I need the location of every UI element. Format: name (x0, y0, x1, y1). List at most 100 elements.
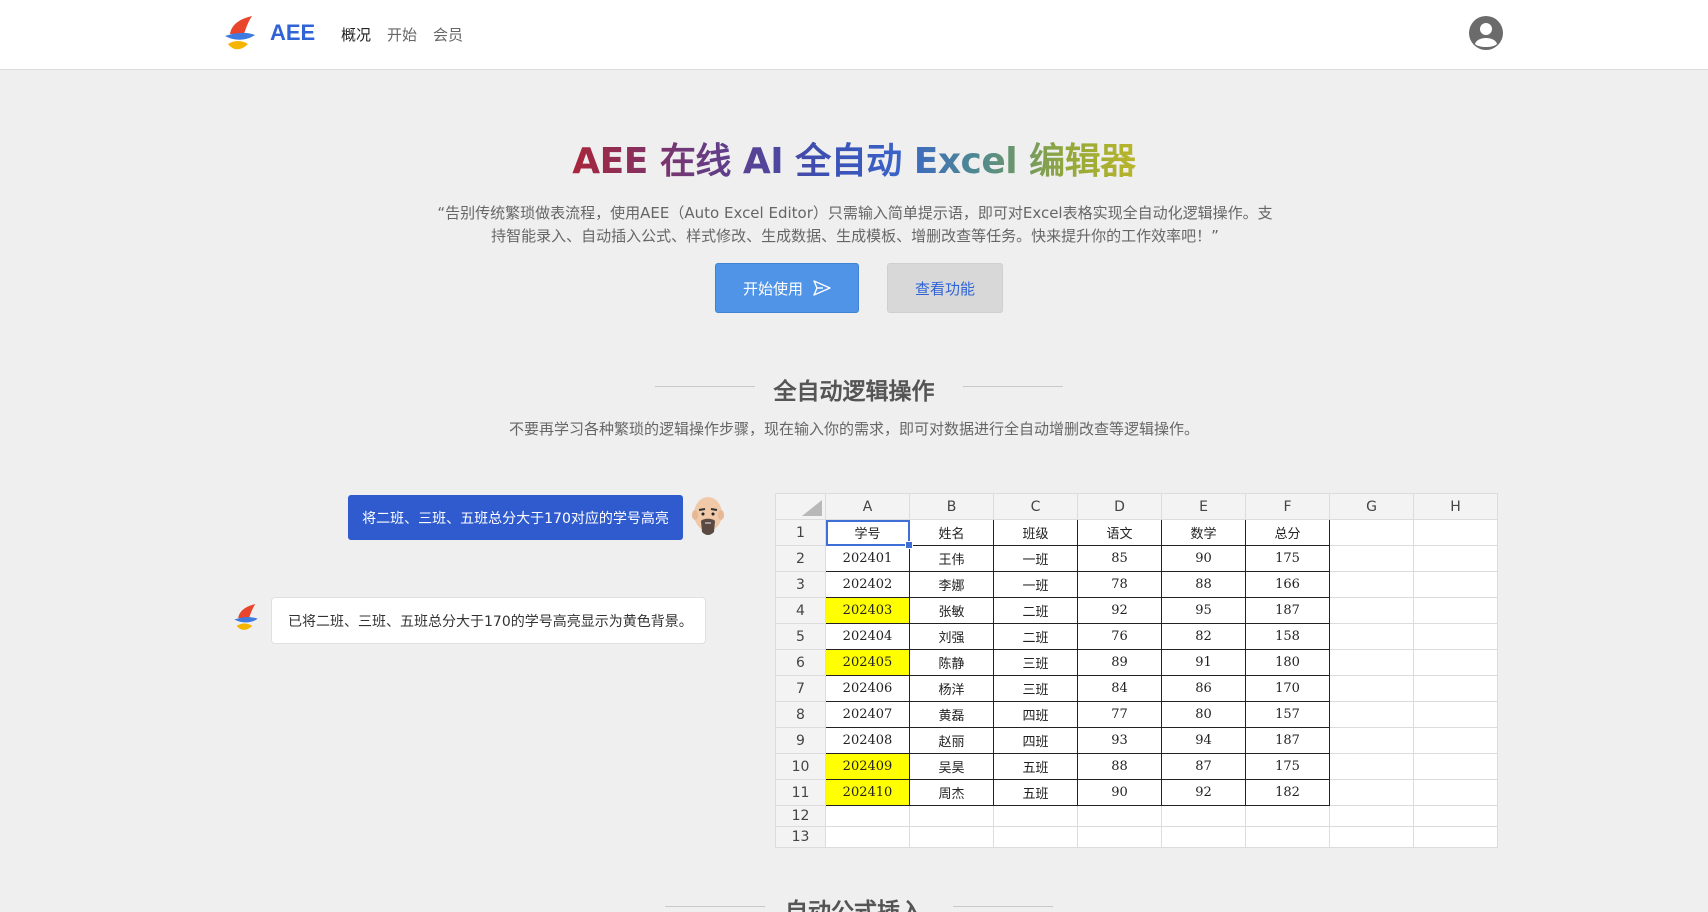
row-header[interactable]: 9 (775, 727, 826, 754)
sheet-cell[interactable]: 四班 (993, 727, 1078, 754)
sheet-cell[interactable]: 周杰 (909, 779, 994, 806)
sheet-cell[interactable]: 202404 (825, 623, 910, 650)
sheet-cell[interactable] (1413, 826, 1498, 848)
sheet-cell[interactable] (1329, 571, 1414, 598)
sheet-cell[interactable]: 总分 (1245, 519, 1330, 546)
sheet-cell[interactable]: 84 (1077, 675, 1162, 702)
column-header[interactable]: D (1077, 493, 1162, 520)
sheet-cell[interactable] (1245, 805, 1330, 827)
sheet-cell[interactable] (1329, 701, 1414, 728)
sheet-cell[interactable] (1413, 623, 1498, 650)
sheet-cell[interactable]: 202406 (825, 675, 910, 702)
sheet-cell[interactable]: 76 (1077, 623, 1162, 650)
sheet-cell[interactable]: 182 (1245, 779, 1330, 806)
sheet-cell[interactable]: 202408 (825, 727, 910, 754)
nav-membership[interactable]: 会员 (433, 24, 463, 45)
sheet-cell[interactable]: 88 (1077, 753, 1162, 780)
sheet-cell[interactable]: 李娜 (909, 571, 994, 598)
sheet-cell[interactable]: 157 (1245, 701, 1330, 728)
sheet-cell[interactable]: 刘强 (909, 623, 994, 650)
sheet-cell[interactable]: 77 (1077, 701, 1162, 728)
row-header[interactable]: 6 (775, 649, 826, 676)
sheet-cell[interactable] (1329, 649, 1414, 676)
sheet-cell[interactable]: 姓名 (909, 519, 994, 546)
sheet-cell[interactable] (1329, 805, 1414, 827)
sheet-cell[interactable] (1329, 826, 1414, 848)
sheet-cell[interactable] (1245, 826, 1330, 848)
sheet-cell[interactable]: 202401 (825, 545, 910, 572)
spreadsheet-grid[interactable]: A B C D E F G H 1 学号 姓名 班级 语文 数学 总分 2 202401 王伟 一班… (775, 493, 1498, 848)
sheet-cell[interactable]: 94 (1161, 727, 1246, 754)
sheet-cell[interactable] (909, 826, 994, 848)
sheet-cell[interactable]: 二班 (993, 597, 1078, 624)
sheet-cell[interactable]: 92 (1077, 597, 1162, 624)
sheet-cell[interactable]: 180 (1245, 649, 1330, 676)
sheet-cell[interactable] (1413, 805, 1498, 827)
column-header[interactable]: F (1245, 493, 1330, 520)
sheet-cell[interactable]: 一班 (993, 545, 1078, 572)
sheet-cell[interactable] (1329, 519, 1414, 546)
sheet-cell[interactable] (1077, 805, 1162, 827)
sheet-cell[interactable] (1329, 727, 1414, 754)
nav-overview[interactable]: 概况 (341, 24, 371, 45)
sheet-cell[interactable]: 91 (1161, 649, 1246, 676)
row-header[interactable]: 1 (775, 519, 826, 546)
column-header[interactable]: H (1413, 493, 1498, 520)
sheet-cell[interactable]: 89 (1077, 649, 1162, 676)
sheet-cell[interactable]: 93 (1077, 727, 1162, 754)
sheet-cell[interactable]: 85 (1077, 545, 1162, 572)
sheet-cell[interactable] (1161, 826, 1246, 848)
sheet-cell[interactable] (1413, 727, 1498, 754)
column-header[interactable]: A (825, 493, 910, 520)
sheet-cell[interactable]: 202407 (825, 701, 910, 728)
user-avatar-icon[interactable] (1469, 16, 1503, 50)
column-header[interactable]: C (993, 493, 1078, 520)
sheet-cell[interactable] (1413, 519, 1498, 546)
column-header[interactable]: G (1329, 493, 1414, 520)
sheet-cell[interactable]: 五班 (993, 753, 1078, 780)
sheet-cell[interactable]: 二班 (993, 623, 1078, 650)
sheet-cell[interactable]: 92 (1161, 779, 1246, 806)
brand-name[interactable]: AEE (270, 20, 315, 46)
sheet-cell[interactable] (1077, 826, 1162, 848)
sheet-cell[interactable] (993, 826, 1078, 848)
sheet-cell[interactable]: 90 (1077, 779, 1162, 806)
sheet-cell[interactable]: 班级 (993, 519, 1078, 546)
sheet-cell[interactable]: 黄磊 (909, 701, 994, 728)
sheet-cell[interactable]: 87 (1161, 753, 1246, 780)
sheet-cell[interactable] (1413, 779, 1498, 806)
sheet-cell[interactable]: 158 (1245, 623, 1330, 650)
sheet-cell[interactable] (1329, 545, 1414, 572)
sheet-cell[interactable]: 四班 (993, 701, 1078, 728)
sheet-cell[interactable] (909, 805, 994, 827)
sheet-cell[interactable]: 78 (1077, 571, 1162, 598)
row-header[interactable]: 4 (775, 597, 826, 624)
sheet-cell[interactable]: 赵丽 (909, 727, 994, 754)
sheet-cell[interactable]: 80 (1161, 701, 1246, 728)
sheet-cell[interactable]: 数学 (1161, 519, 1246, 546)
sheet-cell[interactable] (1413, 701, 1498, 728)
sheet-cell[interactable]: 吴昊 (909, 753, 994, 780)
sheet-cell[interactable]: 82 (1161, 623, 1246, 650)
sheet-cell[interactable]: 五班 (993, 779, 1078, 806)
sheet-cell[interactable] (1329, 779, 1414, 806)
sheet-cell[interactable]: 张敏 (909, 597, 994, 624)
sheet-cell[interactable]: 202403 (825, 597, 910, 624)
sheet-cell[interactable]: 202410 (825, 779, 910, 806)
row-header[interactable]: 13 (775, 826, 826, 848)
sheet-cell[interactable] (1329, 623, 1414, 650)
sheet-cell[interactable] (1329, 597, 1414, 624)
sheet-cell[interactable]: 学号 (825, 519, 914, 550)
sheet-cell[interactable] (825, 826, 910, 848)
sheet-cell[interactable] (1329, 675, 1414, 702)
aee-logo-icon[interactable] (222, 14, 258, 54)
sheet-cell[interactable] (1413, 571, 1498, 598)
sheet-cell[interactable]: 170 (1245, 675, 1330, 702)
sheet-cell[interactable]: 187 (1245, 597, 1330, 624)
row-header[interactable]: 10 (775, 753, 826, 780)
sheet-cell[interactable] (1413, 675, 1498, 702)
start-button[interactable]: 开始使用 (715, 263, 859, 313)
row-header[interactable]: 5 (775, 623, 826, 650)
sheet-cell[interactable]: 86 (1161, 675, 1246, 702)
column-header[interactable]: E (1161, 493, 1246, 520)
